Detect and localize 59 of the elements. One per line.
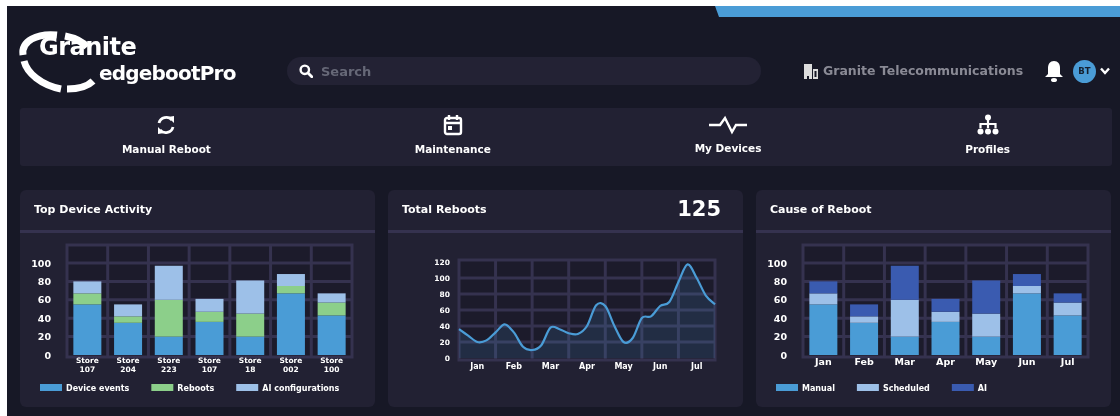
axis-label: Jan — [815, 356, 832, 367]
axis-label: May — [975, 356, 998, 367]
nav-tab[interactable]: Profiles — [959, 140, 1017, 160]
legend-label: Manual — [802, 384, 835, 393]
building-icon — [803, 63, 819, 79]
axis-label: 40 — [773, 312, 787, 324]
legend-label: Scheduled — [882, 384, 930, 393]
organization-name: Granite Telecommunications — [823, 61, 1024, 80]
nav-tab[interactable]: Manual Reboot — [115, 140, 217, 160]
hierarchy-icon — [976, 114, 999, 137]
axis-label: 0 — [44, 349, 51, 361]
chevron-down-icon[interactable] — [1100, 67, 1110, 75]
axis-label: Feb — [505, 362, 522, 371]
chart-bar — [236, 280, 265, 314]
axis-label: Apr — [579, 362, 595, 371]
chart-bar — [972, 280, 1001, 314]
axis-label: Apr — [936, 356, 955, 367]
card-title: Top Device Activity — [34, 201, 153, 218]
chart-bar — [1053, 293, 1082, 303]
axis-label: 60 — [37, 294, 51, 306]
legend-label: AI — [977, 384, 987, 393]
nav-tab[interactable]: My Devices — [688, 139, 768, 159]
chart-bar — [236, 313, 265, 337]
axis-label: Mar — [894, 356, 916, 367]
search-field[interactable]: Search — [287, 57, 761, 85]
axis-label: Jul — [1060, 356, 1075, 367]
card-title: Total Reboots — [402, 201, 487, 218]
axis-label: Jun — [1018, 356, 1036, 367]
search-icon — [299, 64, 313, 78]
chart-bar — [317, 293, 346, 303]
legend-label: Reboots — [177, 384, 215, 393]
axis-label: 80 — [37, 275, 51, 287]
legend-label: AI configurations — [262, 384, 340, 393]
axis-label: 100 — [31, 257, 51, 269]
card-title: Cause of Reboot — [770, 201, 872, 218]
axis-label: 60 — [773, 294, 787, 306]
axis-label: Jan — [470, 362, 485, 371]
chart-bar — [972, 313, 1001, 337]
notification-bell-icon[interactable] — [1043, 59, 1065, 83]
axis-label: Mar — [541, 362, 560, 371]
axis-label: 40 — [37, 312, 51, 324]
axis-label: Feb — [854, 356, 874, 367]
axis-label: 20 — [37, 331, 51, 343]
axis-label: Jun — [652, 362, 668, 371]
legend-label: Device events — [66, 384, 130, 393]
axis-label: 0 — [780, 349, 787, 361]
axis-label: 100 — [767, 257, 787, 269]
nav-tab[interactable]: Maintenance — [408, 140, 497, 160]
logo-text: edgebootPro — [99, 62, 236, 83]
axis-label: 20 — [773, 331, 787, 343]
axis-label: 80 — [773, 275, 787, 287]
axis-label: Jul — [691, 362, 703, 371]
pulse-icon — [708, 115, 749, 136]
axis-label: May — [614, 362, 633, 371]
total-count: 125 — [677, 196, 721, 224]
user-avatar[interactable]: BT — [1073, 59, 1096, 83]
chart-bar — [73, 281, 102, 294]
chart-bar — [809, 281, 838, 294]
calendar-icon — [442, 114, 463, 137]
